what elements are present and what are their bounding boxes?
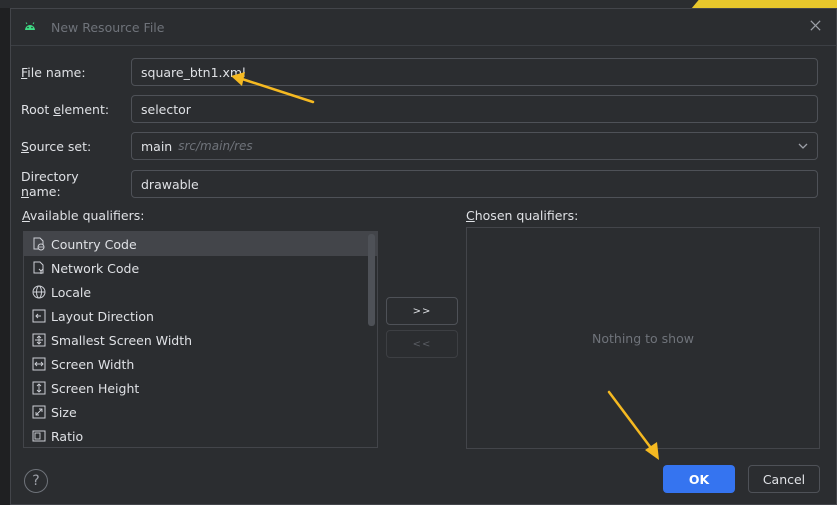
layout-direction-icon — [32, 309, 46, 323]
list-item[interactable]: Country Code — [24, 232, 377, 256]
ok-label: OK — [688, 471, 710, 487]
remove-qualifier-label: << — [412, 338, 432, 350]
file-name-label: File name: — [21, 64, 86, 80]
ratio-icon — [32, 430, 46, 442]
chosen-qualifiers-list[interactable]: Nothing to show — [466, 227, 820, 449]
list-item-label: Layout Direction — [51, 308, 154, 324]
ok-button[interactable]: OK — [663, 465, 735, 493]
root-element-label: Root element: — [21, 101, 110, 117]
source-set-value: main — [141, 138, 173, 154]
add-qualifier-button[interactable]: >> — [386, 297, 458, 325]
country-code-icon — [33, 237, 45, 251]
help-icon: ? — [32, 473, 40, 489]
smallest-width-icon — [32, 333, 46, 347]
new-resource-file-dialog: New Resource File File name: square_btn1… — [10, 8, 837, 505]
directory-name-value: drawable — [141, 176, 199, 192]
size-icon — [32, 405, 46, 419]
list-item[interactable]: Screen Height — [24, 376, 377, 400]
android-icon — [25, 22, 35, 30]
close-icon — [809, 20, 821, 31]
list-item[interactable]: Locale — [24, 280, 377, 304]
source-set-select[interactable]: main src/main/res — [131, 132, 818, 160]
list-scrollbar[interactable] — [368, 234, 375, 326]
screen-width-icon — [32, 357, 46, 371]
list-item-label: Country Code — [51, 236, 137, 252]
add-qualifier-label: >> — [412, 305, 432, 317]
file-name-value: square_btn1.xml — [141, 64, 246, 80]
empty-state-text: Nothing to show — [592, 330, 694, 346]
source-set-path-hint: src/main/res — [178, 139, 253, 153]
file-name-input[interactable]: square_btn1.xml — [131, 58, 818, 86]
source-set-label: Source set: — [21, 138, 92, 154]
close-button[interactable] — [806, 18, 824, 36]
root-element-value: selector — [141, 101, 191, 117]
cancel-button[interactable]: Cancel — [748, 465, 820, 493]
source-set-row: Source set: main src/main/res — [21, 132, 818, 160]
list-item-label: Screen Width — [51, 356, 135, 372]
title-bar: New Resource File — [11, 9, 836, 45]
directory-name-row: Directory name: drawable — [21, 169, 818, 199]
list-item-label: Locale — [51, 284, 92, 300]
dialog-title: New Resource File — [51, 19, 165, 35]
list-item[interactable]: Layout Direction — [24, 304, 377, 328]
globe-icon — [32, 285, 46, 299]
network-code-icon — [33, 261, 44, 274]
available-qualifiers-list[interactable]: Country Code Network Code Locale Layout … — [23, 231, 378, 448]
screen-height-icon — [32, 381, 46, 395]
chevron-down-icon — [798, 143, 808, 149]
list-item-label: Screen Height — [51, 380, 140, 396]
help-button[interactable]: ? — [24, 469, 48, 493]
root-element-row: Root element: selector — [21, 95, 818, 123]
file-name-row: File name: square_btn1.xml — [21, 58, 818, 86]
directory-name-input[interactable]: drawable — [131, 170, 818, 198]
list-item-label: Ratio — [51, 428, 84, 444]
list-item-label: Smallest Screen Width — [51, 332, 193, 348]
list-item[interactable]: Network Code — [24, 256, 377, 280]
list-item-label: Network Code — [51, 260, 140, 276]
directory-name-label: Directory name: — [21, 169, 79, 199]
remove-qualifier-button[interactable]: << — [386, 330, 458, 358]
list-item[interactable]: Size — [24, 400, 377, 424]
title-divider — [11, 45, 836, 46]
list-item[interactable]: Screen Width — [24, 352, 377, 376]
list-item-label: Size — [51, 404, 77, 420]
chosen-qualifiers-label: Chosen qualifiers: — [466, 208, 579, 223]
available-qualifiers-label: Available qualifiers: — [22, 208, 145, 223]
list-item[interactable]: Smallest Screen Width — [24, 328, 377, 352]
root-element-input[interactable]: selector — [131, 95, 818, 123]
list-item[interactable]: Ratio — [24, 424, 377, 447]
cancel-label: Cancel — [762, 471, 806, 487]
